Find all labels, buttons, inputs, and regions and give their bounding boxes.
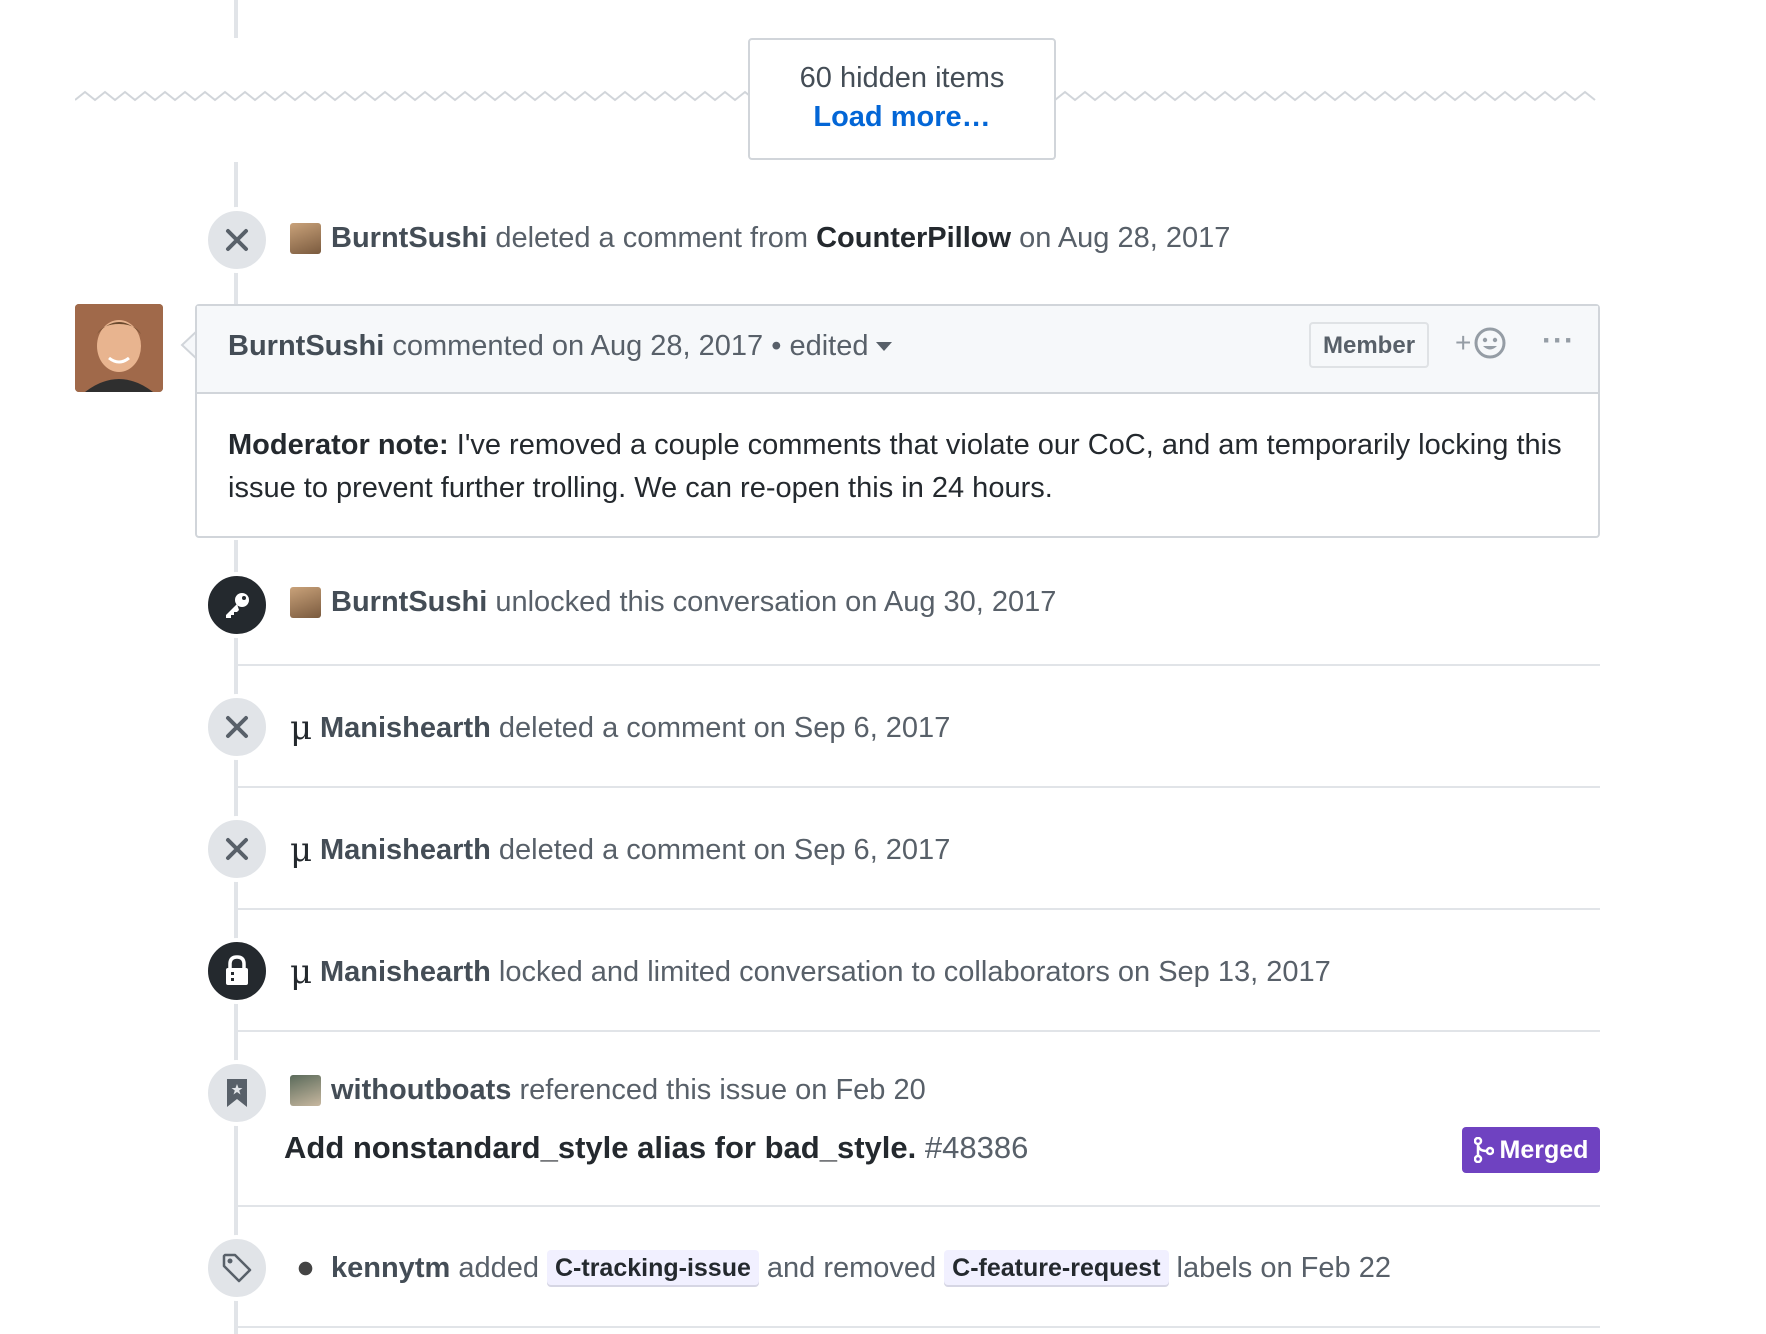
timeline-event-labeled: kennytm added C-tracking-issue and remov… <box>290 1250 1391 1287</box>
comment-author-link[interactable]: BurntSushi <box>228 330 384 363</box>
timeline-event-deleted: BurntSushi deleted a comment from Counte… <box>290 222 1230 255</box>
moderator-note-label: Moderator note: <box>228 429 449 461</box>
triangle-down-icon <box>876 341 893 351</box>
event-text: labels on Feb 22 <box>1176 1252 1391 1284</box>
avatar[interactable]: μ <box>290 952 312 992</box>
avatar[interactable] <box>290 587 321 618</box>
deleted-event-badge <box>204 694 270 760</box>
timeline-event-locked: μ Manishearth locked and limited convers… <box>290 952 1331 992</box>
deleted-event-badge <box>204 207 270 273</box>
x-icon <box>226 716 248 738</box>
add-reaction-button[interactable]: + <box>1455 326 1507 360</box>
merged-state-badge: Merged <box>1462 1127 1600 1173</box>
more-options-button[interactable]: ··· <box>1542 324 1575 358</box>
referenced-pr: Add nonstandard_style alias for bad_styl… <box>284 1130 1028 1166</box>
merged-label: Merged <box>1499 1135 1589 1164</box>
author-link[interactable]: withoutboats <box>331 1074 511 1107</box>
referenced-event-badge <box>204 1060 270 1126</box>
event-date[interactable]: on Aug 28, 2017 <box>1019 222 1230 255</box>
author-link[interactable]: Manishearth <box>320 834 491 867</box>
label-c-feature-request[interactable]: C-feature-request <box>944 1250 1169 1287</box>
author-link[interactable]: BurntSushi <box>331 586 487 619</box>
comment-box: BurntSushi commented on Aug 28, 2017 • e… <box>195 304 1600 538</box>
comment-header: BurntSushi commented on Aug 28, 2017 • e… <box>197 306 1598 394</box>
event-text: deleted a comment on Sep 6, 2017 <box>498 711 951 744</box>
target-user-link[interactable]: CounterPillow <box>816 222 1011 255</box>
divider <box>238 1326 1600 1328</box>
author-link[interactable]: Manishearth <box>320 712 491 745</box>
event-text: unlocked this conversation on Aug 30, 20… <box>495 586 1057 618</box>
author-link[interactable]: BurntSushi <box>331 222 487 255</box>
pr-title-link[interactable]: Add nonstandard_style alias for bad_styl… <box>284 1130 916 1165</box>
unlocked-event-badge <box>204 572 270 638</box>
avatar[interactable]: μ <box>290 830 312 870</box>
timeline-event-deleted: μ Manishearth deleted a comment on Sep 6… <box>290 708 950 748</box>
author-link[interactable]: Manishearth <box>320 956 491 989</box>
member-badge: Member <box>1309 322 1430 368</box>
tag-icon <box>222 1253 252 1283</box>
smiley-icon <box>1474 327 1506 359</box>
hidden-items-box: 60 hidden items Load more… <box>748 38 1056 160</box>
lock-icon <box>226 955 248 985</box>
edited-dropdown[interactable]: edited <box>789 330 893 363</box>
x-icon <box>226 838 248 860</box>
plus-sign: + <box>1455 327 1472 358</box>
author-link[interactable]: kennytm <box>331 1252 450 1285</box>
separator-dot: • <box>771 330 782 362</box>
avatar[interactable]: μ <box>290 708 312 748</box>
event-text: locked and limited conversation to colla… <box>498 955 1331 988</box>
label-c-tracking-issue[interactable]: C-tracking-issue <box>546 1250 759 1287</box>
avatar[interactable] <box>290 1253 321 1284</box>
load-more-link[interactable]: Load more… <box>750 101 1054 134</box>
avatar[interactable] <box>290 223 321 254</box>
bookmark-icon <box>227 1079 247 1107</box>
x-icon <box>226 229 248 251</box>
divider <box>238 786 1600 788</box>
timeline-event-unlocked: BurntSushi unlocked this conversation on… <box>290 586 1056 619</box>
timeline-event-referenced: withoutboats referenced this issue on Fe… <box>290 1074 926 1107</box>
edited-label: edited <box>789 330 869 362</box>
git-merge-icon <box>1473 1137 1494 1163</box>
key-icon <box>226 593 249 618</box>
comment-body: Moderator note: I've removed a couple co… <box>197 394 1598 540</box>
avatar[interactable] <box>290 1075 321 1106</box>
locked-event-badge <box>204 938 270 1004</box>
event-text: deleted a comment from <box>495 222 809 254</box>
comment-timestamp[interactable]: commented on Aug 28, 2017 <box>392 330 763 363</box>
event-text: and removed <box>766 1252 937 1284</box>
divider <box>238 1205 1600 1207</box>
divider <box>238 908 1600 910</box>
divider <box>238 664 1600 666</box>
hidden-items-count: 60 hidden items <box>799 62 1005 94</box>
timeline-line <box>234 540 238 1334</box>
event-text: added <box>458 1252 539 1284</box>
pr-number[interactable]: #48386 <box>925 1130 1028 1165</box>
deleted-event-badge <box>204 816 270 882</box>
event-text: referenced this issue on Feb 20 <box>519 1074 926 1106</box>
labeled-event-badge <box>204 1235 270 1301</box>
event-text: deleted a comment on Sep 6, 2017 <box>498 833 951 866</box>
divider <box>238 1030 1600 1032</box>
comment-avatar[interactable] <box>75 304 163 392</box>
timeline-event-deleted: μ Manishearth deleted a comment on Sep 6… <box>290 830 950 870</box>
timeline-line <box>234 0 238 38</box>
